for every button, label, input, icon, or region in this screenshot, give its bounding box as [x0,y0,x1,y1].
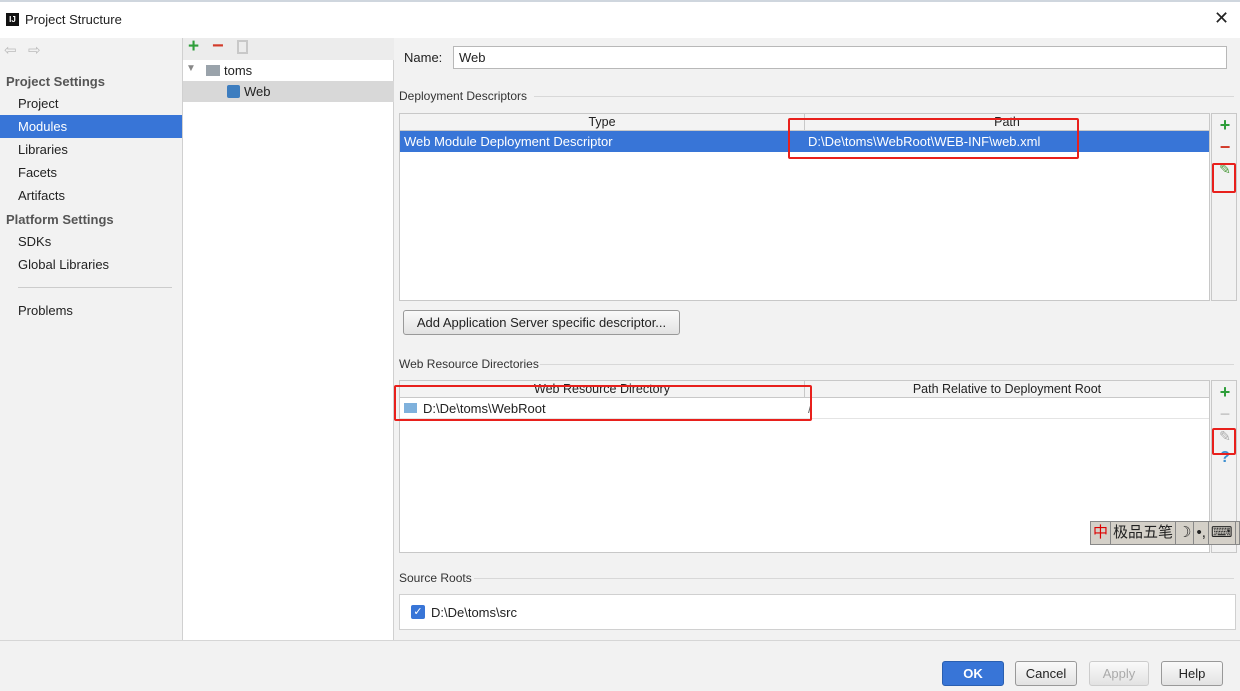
divider [18,287,172,288]
descriptor-type: Web Module Deployment Descriptor [404,134,613,149]
module-tree-panel: + − ▼ toms Web [183,35,394,640]
sidebar-item-libraries[interactable]: Libraries [0,138,182,161]
expand-arrow-icon[interactable]: ▼ [186,63,196,74]
sidebar-item-project[interactable]: Project [0,92,182,115]
ok-button[interactable]: OK [942,661,1004,686]
tree-label: toms [224,63,253,78]
window-title: Project Structure [25,12,122,27]
column-header-type[interactable]: Type [400,114,805,131]
descriptor-actions: + − ✎ [1211,113,1237,301]
help-button[interactable]: Help [1161,661,1223,686]
sidebar-item-problems[interactable]: Problems [0,299,182,322]
close-icon[interactable]: ✕ [1214,8,1229,29]
ime-name[interactable]: 极品五笔 [1111,522,1177,544]
divider [474,578,1234,579]
source-root-checkbox[interactable]: ✓ [411,605,425,619]
tree-toolbar: + − [183,35,394,60]
divider [540,364,1234,365]
web-facet-icon [227,85,240,98]
highlight-box [1212,428,1236,455]
ime-keyboard-button[interactable]: ⌨ [1209,522,1236,544]
apply-button[interactable]: Apply [1089,661,1149,686]
sidebar-item-artifacts[interactable]: Artifacts [0,184,182,207]
remove-icon[interactable]: − [1212,136,1238,158]
tree-node-toms[interactable]: ▼ toms [183,60,394,81]
dialog-footer: OK Cancel Apply Help [0,640,1240,691]
remove-icon[interactable]: − [212,35,224,58]
sidebar-item-sdks[interactable]: SDKs [0,230,182,253]
back-arrow-icon[interactable]: ⇦ [4,41,17,59]
highlight-box [1212,163,1236,193]
sidebar-item-facets[interactable]: Facets [0,161,182,184]
tree-node-web[interactable]: Web [183,81,394,102]
column-header-relative-path[interactable]: Path Relative to Deployment Root [805,381,1209,398]
forward-arrow-icon[interactable]: ⇨ [28,41,41,59]
source-roots-header: Source Roots [399,571,472,585]
cancel-button[interactable]: Cancel [1015,661,1077,686]
add-icon[interactable]: + [188,36,199,58]
source-roots-list: ✓ D:\De\toms\src [399,594,1236,630]
highlight-box [788,118,1079,159]
add-server-descriptor-button[interactable]: Add Application Server specific descript… [403,310,680,335]
highlight-box [394,385,812,421]
add-icon[interactable]: + [1212,381,1238,403]
ime-width-button[interactable]: ☽ [1176,522,1195,544]
ime-toolbar: 中 极品五笔 ☽ •, ⌨ [1090,521,1240,545]
sidebar-item-global-libraries[interactable]: Global Libraries [0,253,182,276]
module-detail-panel: Name: Web Deployment Descriptors Type Pa… [394,38,1240,640]
sidebar-item-modules[interactable]: Modules [0,115,182,138]
divider [534,96,1234,97]
intellij-logo-icon: IJ [6,13,19,26]
ime-punct-button[interactable]: •, [1194,522,1209,544]
remove-icon[interactable]: − [1212,403,1238,425]
name-input[interactable]: Web [453,46,1227,69]
copy-icon[interactable] [237,40,248,54]
web-resource-directories-header: Web Resource Directories [399,357,539,371]
sidebar: ⇦ ⇨ Project Settings Project Modules Lib… [0,38,183,640]
title-bar: IJ Project Structure ✕ [0,0,1240,38]
name-label: Name: [404,50,443,65]
module-folder-icon [206,65,220,76]
platform-settings-header: Platform Settings [6,212,114,227]
add-icon[interactable]: + [1212,114,1238,136]
project-settings-header: Project Settings [6,74,105,89]
ime-mode-button[interactable]: 中 [1091,522,1112,544]
tree-label: Web [244,84,271,99]
source-root-path: D:\De\toms\src [431,605,517,620]
deployment-descriptors-header: Deployment Descriptors [399,89,528,103]
